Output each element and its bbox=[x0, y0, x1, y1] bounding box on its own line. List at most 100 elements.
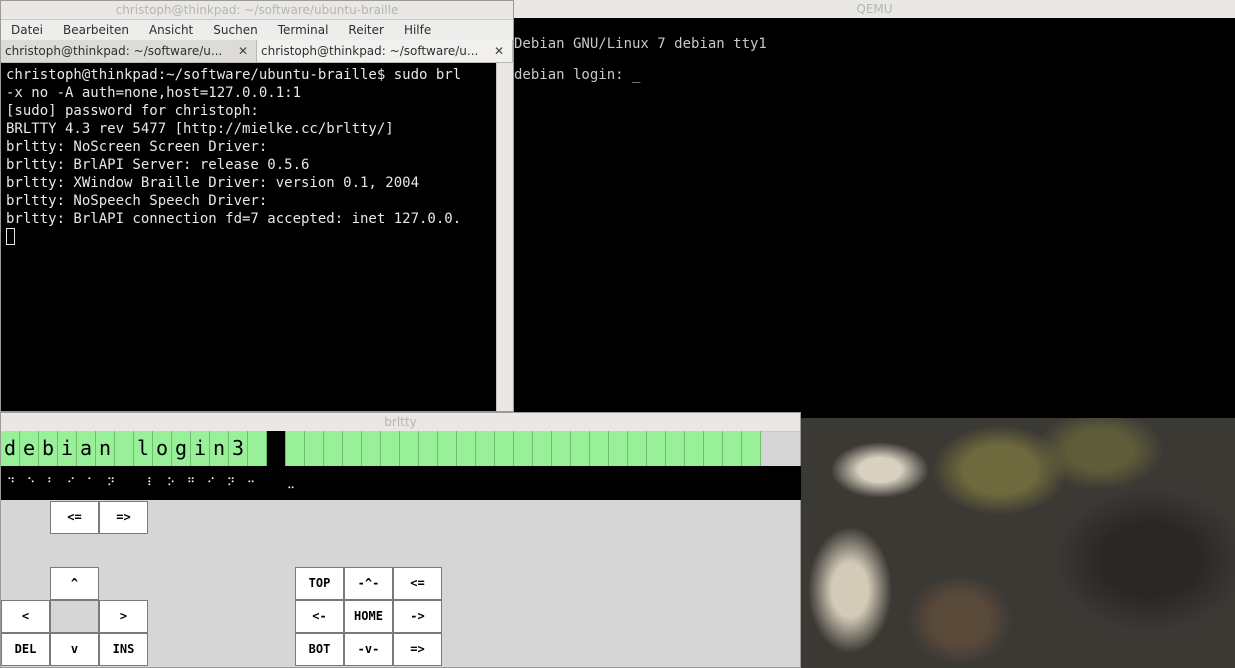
left-arrow-button[interactable]: <- bbox=[295, 600, 344, 633]
braille-dot-pattern: ⠑ bbox=[26, 476, 36, 489]
terminal-line: brltty: XWindow Braille Driver: version … bbox=[6, 175, 420, 191]
braille-cell[interactable] bbox=[305, 431, 324, 466]
brltty-window[interactable]: brltty debian login3 ⠙ ⠑ ⠃ ⠊ ⠁ ⠝ ⠇ ⠕ ⠛ ⠊ ⠝ ⠒ ⣀ <= … bbox=[0, 412, 801, 668]
window-right-button[interactable]: => bbox=[99, 501, 148, 534]
menu-reiter[interactable]: Reiter bbox=[348, 20, 384, 40]
braille-cell[interactable] bbox=[115, 431, 134, 466]
braille-dot-pattern: ⠇ bbox=[146, 476, 156, 489]
qemu-window[interactable]: QEMU Debian GNU/Linux 7 debian tty1 debi… bbox=[514, 0, 1235, 418]
braille-cell[interactable] bbox=[476, 431, 495, 466]
braille-cell[interactable] bbox=[438, 431, 457, 466]
terminal-tab-1[interactable]: christoph@thinkpad: ~/software/u... ✕ bbox=[1, 40, 257, 62]
braille-cell[interactable]: o bbox=[153, 431, 172, 466]
qemu-login-prompt: debian login: _ bbox=[514, 67, 641, 83]
braille-cell[interactable]: 3 bbox=[229, 431, 248, 466]
braille-cell[interactable] bbox=[495, 431, 514, 466]
terminal-scrollbar[interactable] bbox=[496, 63, 513, 411]
braille-cell[interactable] bbox=[362, 431, 381, 466]
braille-cell[interactable]: n bbox=[96, 431, 115, 466]
braille-cell[interactable] bbox=[552, 431, 571, 466]
braille-dot-pattern: ⠃ bbox=[46, 476, 56, 489]
right-arrow-button[interactable]: -> bbox=[393, 600, 442, 633]
braille-cell[interactable] bbox=[685, 431, 704, 466]
braille-cell[interactable] bbox=[571, 431, 590, 466]
left-button[interactable]: < bbox=[1, 600, 50, 633]
qemu-console[interactable]: Debian GNU/Linux 7 debian tty1 debian lo… bbox=[514, 18, 1235, 418]
braille-cursor-cell[interactable] bbox=[267, 431, 286, 466]
up-button[interactable]: ^ bbox=[50, 567, 99, 600]
braille-cell[interactable]: a bbox=[77, 431, 96, 466]
braille-cell[interactable] bbox=[343, 431, 362, 466]
braille-dots-row: ⠙ ⠑ ⠃ ⠊ ⠁ ⠝ ⠇ ⠕ ⠛ ⠊ ⠝ ⠒ ⣀ bbox=[1, 466, 801, 500]
ins-button[interactable]: INS bbox=[99, 633, 148, 666]
top-button[interactable]: TOP bbox=[295, 567, 344, 600]
menu-suchen[interactable]: Suchen bbox=[213, 20, 257, 40]
braille-cell[interactable] bbox=[324, 431, 343, 466]
braille-cells[interactable]: debian login3 bbox=[1, 431, 801, 466]
terminal-output[interactable]: christoph@thinkpad:~/software/ubuntu-bra… bbox=[1, 63, 497, 411]
menu-datei[interactable]: Datei bbox=[11, 20, 43, 40]
menu-terminal[interactable]: Terminal bbox=[278, 20, 329, 40]
braille-dot-pattern bbox=[261, 466, 281, 500]
close-tab-icon[interactable]: ✕ bbox=[238, 40, 248, 62]
terminal-tabbar: christoph@thinkpad: ~/software/u... ✕ ch… bbox=[1, 40, 513, 63]
braille-dot-pattern: ⠒ bbox=[246, 476, 256, 489]
down-button[interactable]: v bbox=[50, 633, 99, 666]
braille-cell[interactable]: l bbox=[134, 431, 153, 466]
braille-cell[interactable] bbox=[666, 431, 685, 466]
prev-line-button[interactable]: -^- bbox=[344, 567, 393, 600]
menu-hilfe[interactable]: Hilfe bbox=[404, 20, 431, 40]
terminal-line: [sudo] password for christoph: bbox=[6, 103, 259, 119]
menu-bearbeiten[interactable]: Bearbeiten bbox=[63, 20, 129, 40]
braille-cell[interactable] bbox=[514, 431, 533, 466]
next-line-button[interactable]: -v- bbox=[344, 633, 393, 666]
braille-dot-pattern: ⠛ bbox=[186, 476, 196, 489]
braille-cell[interactable] bbox=[286, 431, 305, 466]
braille-cell[interactable] bbox=[381, 431, 400, 466]
home-button[interactable]: HOME bbox=[344, 600, 393, 633]
braille-cell[interactable] bbox=[704, 431, 723, 466]
terminal-line: BRLTTY 4.3 rev 5477 [http://mielke.cc/br… bbox=[6, 121, 394, 137]
qemu-titlebar[interactable]: QEMU bbox=[514, 0, 1235, 19]
forward-button[interactable]: => bbox=[393, 633, 442, 666]
center-blank bbox=[50, 600, 99, 633]
braille-cell[interactable]: i bbox=[58, 431, 77, 466]
braille-cell[interactable] bbox=[248, 431, 267, 466]
terminal-titlebar[interactable]: christoph@thinkpad: ~/software/ubuntu-br… bbox=[1, 1, 513, 20]
braille-cell[interactable] bbox=[419, 431, 438, 466]
braille-cell[interactable] bbox=[533, 431, 552, 466]
braille-dot-pattern: ⠝ bbox=[106, 476, 116, 489]
braille-cell[interactable]: b bbox=[39, 431, 58, 466]
braille-cell[interactable] bbox=[647, 431, 666, 466]
del-button[interactable]: DEL bbox=[1, 633, 50, 666]
terminal-line: brltty: NoScreen Screen Driver: bbox=[6, 139, 268, 155]
braille-dot-pattern: ⠕ bbox=[166, 476, 176, 489]
bot-button[interactable]: BOT bbox=[295, 633, 344, 666]
braille-dot-pattern: ⠝ bbox=[226, 476, 236, 489]
braille-cell[interactable]: n bbox=[210, 431, 229, 466]
braille-cell[interactable] bbox=[723, 431, 742, 466]
close-tab-icon[interactable]: ✕ bbox=[494, 40, 504, 62]
braille-dot-pattern: ⠁ bbox=[86, 476, 96, 489]
right-button[interactable]: > bbox=[99, 600, 148, 633]
braille-cell[interactable] bbox=[457, 431, 476, 466]
brltty-titlebar[interactable]: brltty bbox=[1, 413, 800, 432]
braille-cell[interactable] bbox=[609, 431, 628, 466]
braille-cell[interactable] bbox=[590, 431, 609, 466]
terminal-window[interactable]: christoph@thinkpad: ~/software/ubuntu-br… bbox=[0, 0, 514, 412]
braille-cell[interactable]: e bbox=[20, 431, 39, 466]
terminal-menubar: Datei Bearbeiten Ansicht Suchen Terminal… bbox=[1, 20, 513, 40]
tab-label: christoph@thinkpad: ~/software/u... bbox=[261, 44, 479, 58]
window-left-button[interactable]: <= bbox=[50, 501, 99, 534]
braille-cell[interactable] bbox=[742, 431, 761, 466]
braille-cell[interactable]: g bbox=[172, 431, 191, 466]
terminal-tab-2[interactable]: christoph@thinkpad: ~/software/u... ✕ bbox=[257, 40, 513, 62]
tab-label: christoph@thinkpad: ~/software/u... bbox=[5, 44, 223, 58]
braille-cell[interactable] bbox=[628, 431, 647, 466]
braille-cell[interactable] bbox=[400, 431, 419, 466]
menu-ansicht[interactable]: Ansicht bbox=[149, 20, 193, 40]
braille-cell[interactable]: d bbox=[1, 431, 20, 466]
braille-cell[interactable]: i bbox=[191, 431, 210, 466]
braille-dot-pattern: ⠊ bbox=[206, 476, 216, 489]
back-button[interactable]: <= bbox=[393, 567, 442, 600]
